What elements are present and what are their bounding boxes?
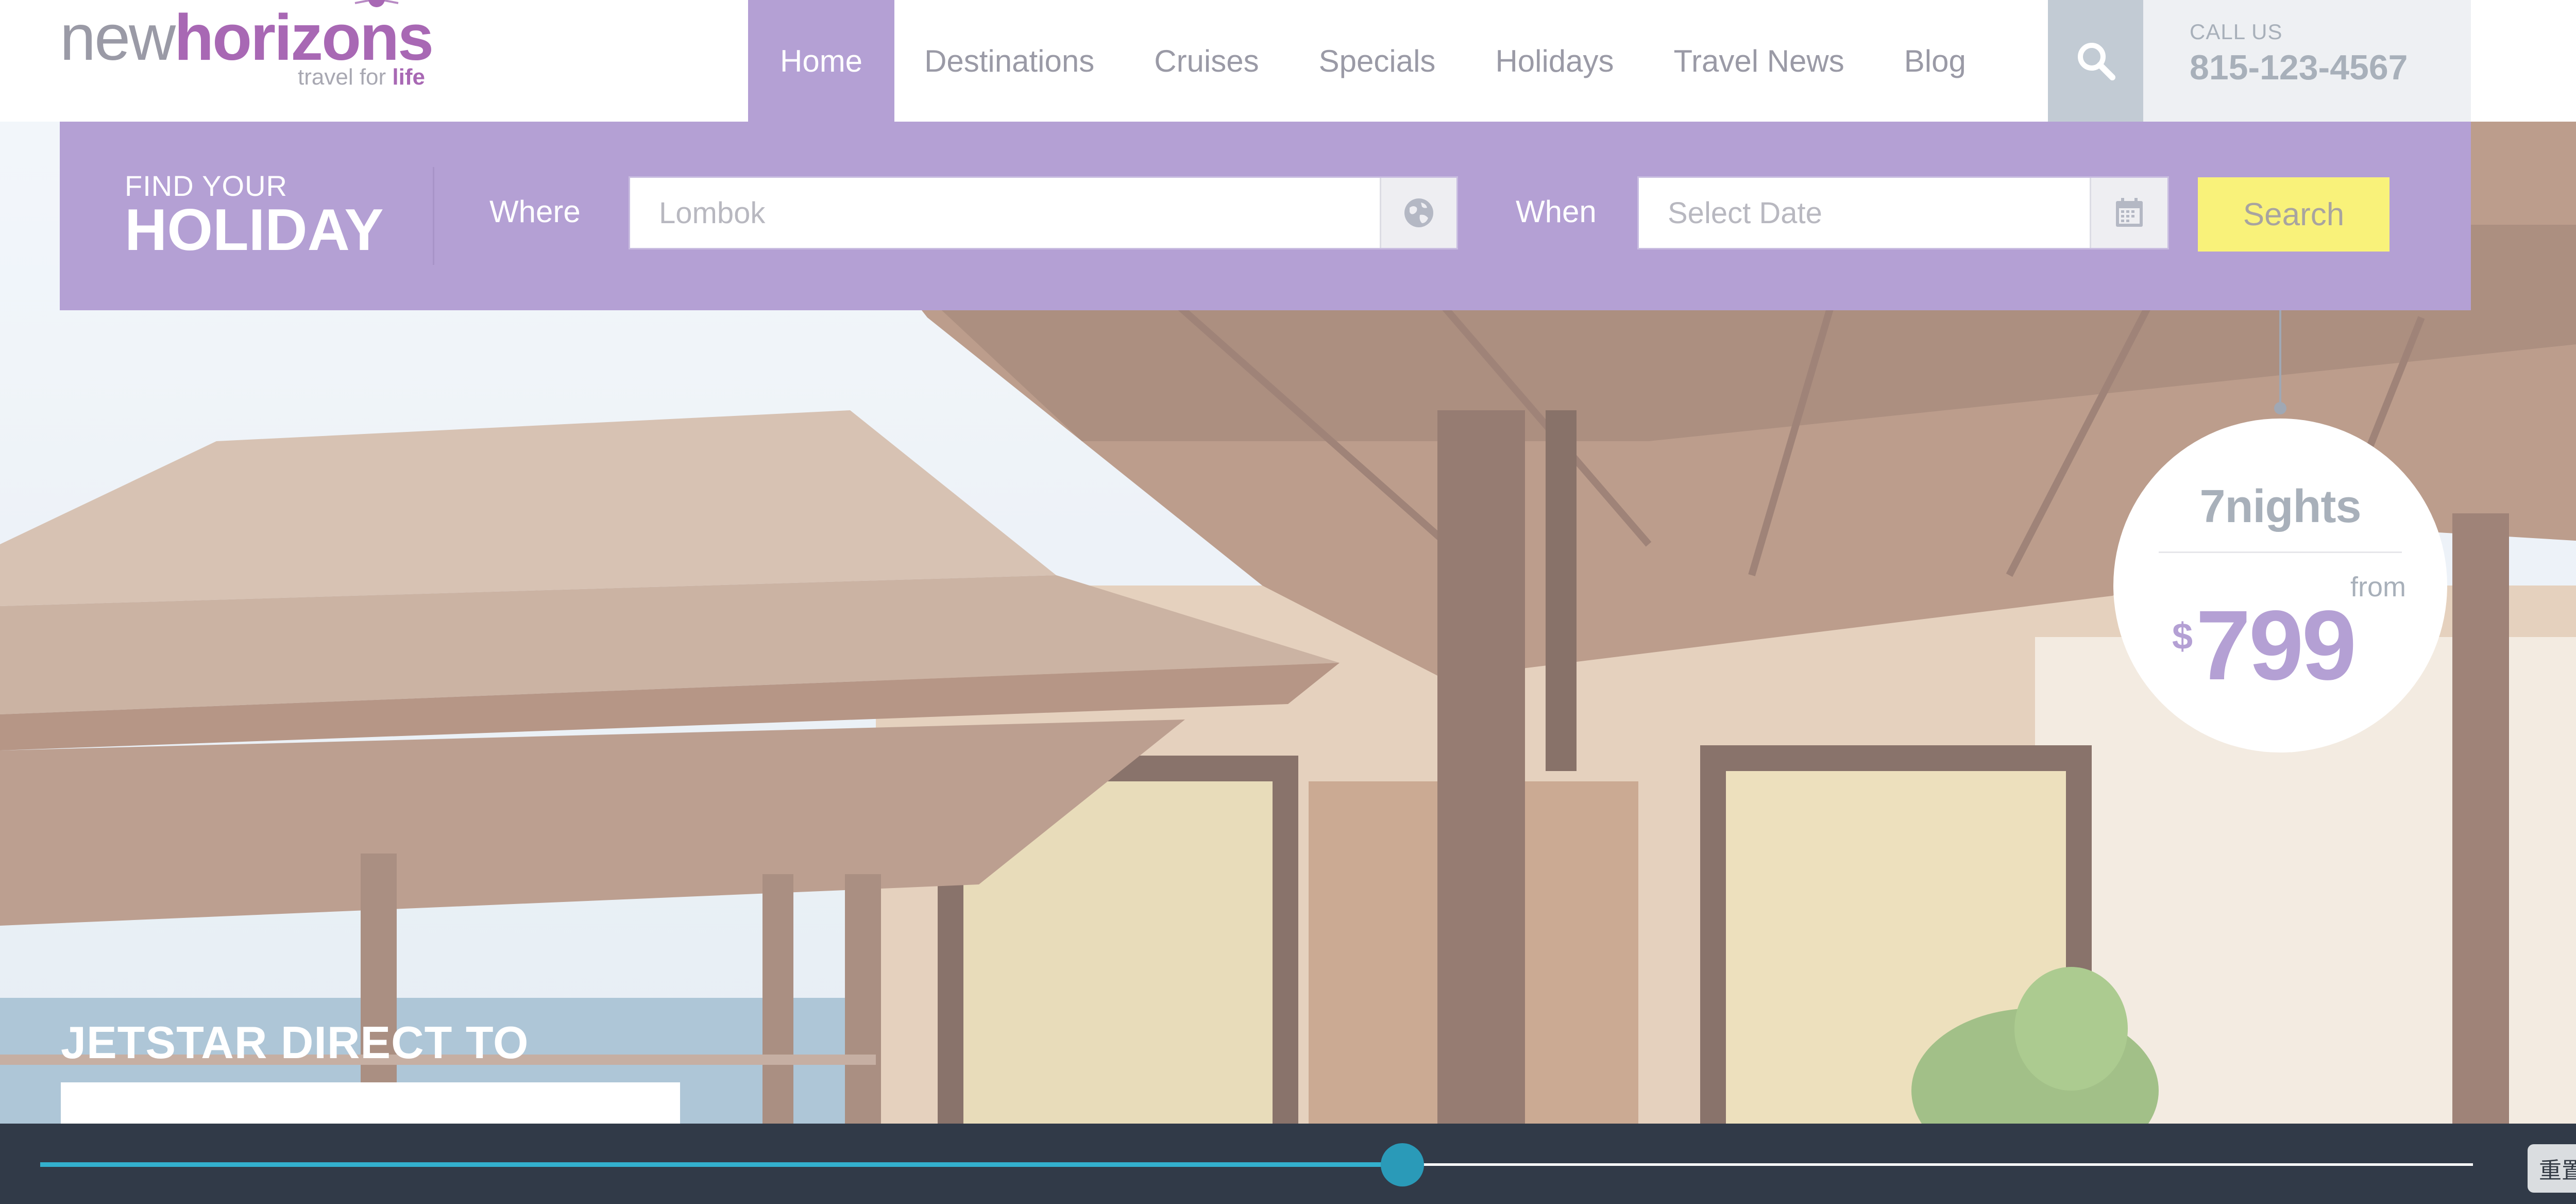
nav-item-specials[interactable]: Specials [1289, 0, 1466, 122]
brand-name-part2: horizons [174, 1, 434, 74]
price-tag-string [2279, 310, 2281, 411]
holiday-heading: HOLIDAY [125, 197, 384, 263]
when-label: When [1516, 194, 1597, 229]
price-tag-divider [2159, 551, 2402, 553]
where-field [629, 176, 1458, 249]
header-search-button[interactable] [2048, 0, 2143, 122]
promo-heading: JETSTAR DIRECT TO [61, 1017, 529, 1068]
form-divider [433, 167, 434, 265]
bottom-slider-bar: 重置 [0, 1124, 2576, 1204]
calendar-icon [2116, 198, 2143, 227]
search-button[interactable]: Search [2198, 177, 2389, 252]
date-input[interactable] [1639, 178, 2094, 248]
search-icon [2077, 43, 2115, 80]
price-value: 799 [2196, 590, 2357, 700]
slider-track[interactable] [40, 1143, 2473, 1186]
slider-thumb[interactable] [1381, 1143, 1425, 1186]
tagline-part2: life [392, 64, 425, 90]
where-label: Where [489, 194, 581, 229]
site-header: newhorizons travel for life Home Destina… [0, 0, 2576, 122]
price-tag-hole [2274, 402, 2286, 414]
reset-button[interactable]: 重置 [2528, 1144, 2576, 1193]
slider-fill [40, 1162, 1403, 1167]
brand-tagline: travel for life [298, 66, 425, 89]
phone-number[interactable]: 815-123-4567 [2190, 47, 2408, 88]
when-field [1637, 176, 2169, 249]
brand-name: newhorizons [60, 5, 434, 70]
brand-logo[interactable]: newhorizons travel for life [60, 0, 436, 98]
calendar-button[interactable] [2090, 178, 2167, 248]
nav-item-destinations[interactable]: Destinations [894, 0, 1124, 122]
tagline-part1: travel for [298, 64, 393, 90]
currency-symbol: $ [2172, 616, 2193, 657]
promo-destination-box [61, 1082, 680, 1124]
nav-item-holidays[interactable]: Holidays [1465, 0, 1643, 122]
nav-item-blog[interactable]: Blog [1874, 0, 1996, 122]
call-us-label: CALL US [2190, 20, 2283, 44]
contact-box: CALL US 815-123-4567 [2143, 0, 2471, 122]
nav-item-travel-news[interactable]: Travel News [1644, 0, 1874, 122]
globe-button[interactable] [1380, 178, 1456, 248]
where-input[interactable] [630, 178, 1384, 248]
nav-item-home[interactable]: Home [748, 0, 895, 122]
nights-label: 7nights [2199, 481, 2361, 532]
nav-item-cruises[interactable]: Cruises [1124, 0, 1289, 122]
price-tag[interactable]: 7nights from $ 799 [2113, 419, 2447, 752]
main-nav: Home Destinations Cruises Specials Holid… [748, 0, 1996, 122]
holiday-search-form: FIND YOUR HOLIDAY Where When [60, 122, 2471, 310]
globe-icon [1404, 198, 1433, 227]
brand-name-part1: new [60, 1, 176, 74]
